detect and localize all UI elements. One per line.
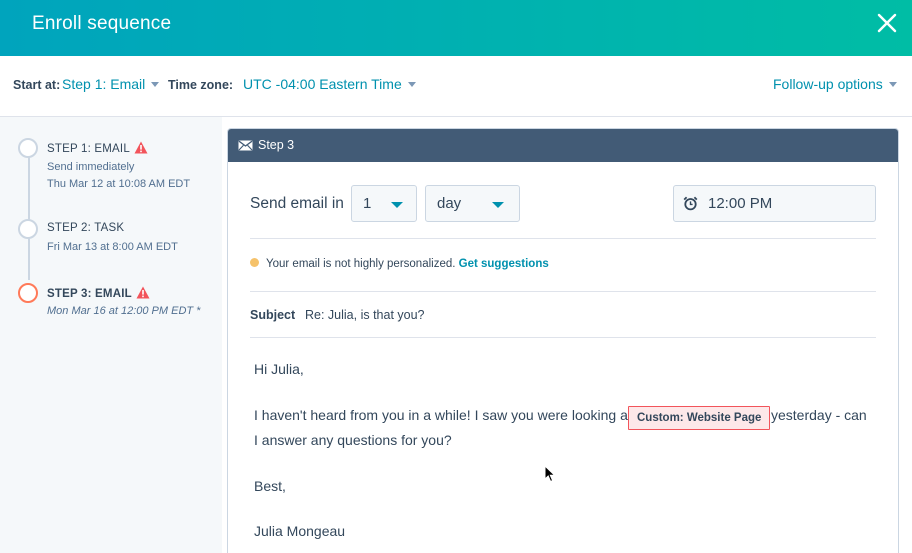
step-editor-panel: Step 3 Send email in 1 day 12:00 PM Your… xyxy=(227,128,899,553)
warning-icon xyxy=(136,286,150,299)
body-line-after-token: yesterday - can xyxy=(771,407,867,423)
caret-down-icon xyxy=(888,82,897,87)
personalization-token[interactable]: Custom: Website Page xyxy=(628,406,771,430)
body-line-2: I answer any questions for you? xyxy=(254,432,452,448)
personalization-text: Your email is not highly personalized. xyxy=(266,258,456,270)
mouse-pointer-icon xyxy=(544,465,556,483)
caret-down-icon xyxy=(492,202,504,208)
step-date: Fri Mar 13 at 8:00 AM EDT xyxy=(47,241,178,253)
body-signoff: Best, xyxy=(254,478,286,494)
send-time-value: 12:00 PM xyxy=(708,195,773,212)
envelope-icon xyxy=(238,140,253,151)
body-line-before-token: I haven't heard from you in a while! I s… xyxy=(254,407,632,423)
timezone-dropdown[interactable]: UTC -04:00 Eastern Time xyxy=(243,76,416,92)
status-dot-icon xyxy=(250,258,259,267)
modal-header: Enroll sequence xyxy=(0,0,912,56)
step-description: Send immediately xyxy=(47,161,135,173)
divider xyxy=(250,337,876,338)
timezone-label: Time zone: xyxy=(168,78,234,92)
alarm-clock-icon xyxy=(683,196,698,211)
get-suggestions-link[interactable]: Get suggestions xyxy=(459,258,549,270)
followup-options-label: Follow-up options xyxy=(773,76,883,92)
step-status-dot xyxy=(18,138,38,158)
caret-down-icon xyxy=(391,202,403,208)
start-at-dropdown[interactable]: Step 1: Email xyxy=(62,76,160,92)
delay-unit-select[interactable]: day xyxy=(425,185,520,222)
step-title: STEP 2: TASK xyxy=(47,222,125,234)
followup-options-dropdown[interactable]: Follow-up options xyxy=(773,76,897,92)
personalization-notice: Your email is not highly personalized. G… xyxy=(250,258,549,270)
divider xyxy=(250,238,876,239)
step-date: Mon Mar 16 at 12:00 PM EDT * xyxy=(47,305,201,317)
caret-down-icon xyxy=(407,82,416,87)
timeline-line xyxy=(28,156,30,280)
step-title: STEP 3: EMAIL xyxy=(47,286,150,300)
close-icon[interactable] xyxy=(876,12,898,34)
step-date: Thu Mar 12 at 10:08 AM EDT xyxy=(47,178,191,190)
body-signature: Julia Mongeau xyxy=(254,523,346,539)
send-email-in-label: Send email in xyxy=(250,195,344,212)
subject-label: Subject xyxy=(250,308,296,322)
timezone-value: UTC -04:00 Eastern Time xyxy=(243,76,402,92)
start-at-value: Step 1: Email xyxy=(62,76,146,92)
delay-amount-select[interactable]: 1 xyxy=(351,185,417,222)
step-status-dot xyxy=(18,219,38,239)
delay-unit-value: day xyxy=(437,195,462,212)
modal-title: Enroll sequence xyxy=(32,13,172,34)
step-editor-header: Step 3 xyxy=(228,129,898,162)
step-title: STEP 1: EMAIL xyxy=(47,141,148,155)
step-status-dot-active xyxy=(18,283,38,303)
subject-input[interactable]: Re: Julia, is that you? xyxy=(305,308,425,322)
delay-amount-value: 1 xyxy=(363,195,372,212)
step-editor-title: Step 3 xyxy=(258,138,295,152)
warning-icon xyxy=(134,141,148,154)
send-time-input[interactable]: 12:00 PM xyxy=(673,185,876,222)
enroll-settings-bar: Start at: Step 1: Email Time zone: UTC -… xyxy=(0,56,912,117)
start-at-label: Start at: xyxy=(13,78,61,92)
caret-down-icon xyxy=(151,82,160,87)
divider xyxy=(250,291,876,292)
body-greeting: Hi Julia, xyxy=(254,361,304,377)
